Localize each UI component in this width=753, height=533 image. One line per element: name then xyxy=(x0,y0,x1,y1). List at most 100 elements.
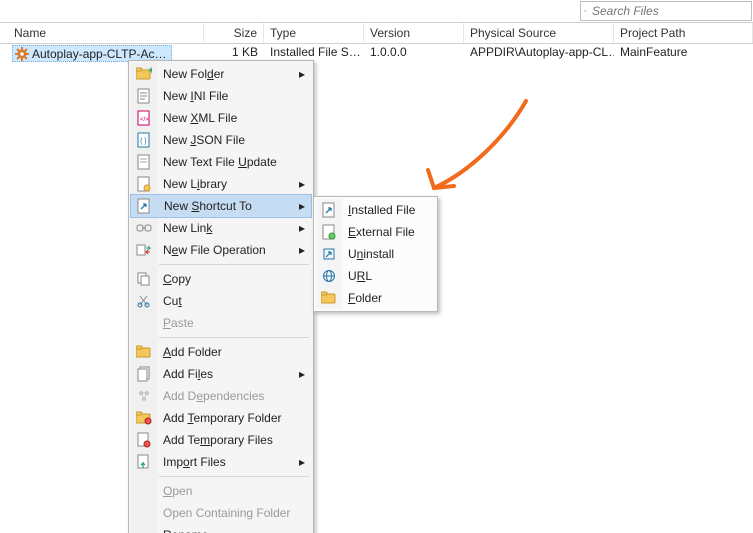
context-menu: ✶ New Folder ▸ New INI File </> New XML … xyxy=(128,60,314,533)
file-external-icon xyxy=(320,223,338,241)
menu-cut[interactable]: Cut xyxy=(131,290,311,312)
menu-separator xyxy=(159,264,309,265)
menu-label: New Shortcut To xyxy=(164,199,252,213)
menu-new-json[interactable]: { } New JSON File xyxy=(131,129,311,151)
menu-open-containing: Open Containing Folder xyxy=(131,502,311,524)
file-ini-icon xyxy=(135,87,153,105)
annotation-arrow xyxy=(416,96,536,206)
shortcut-submenu: Installed File External File Uninstall U… xyxy=(313,196,438,312)
cell-source: APPDIR\Autoplay-app-CL… xyxy=(464,44,614,62)
menu-label: External File xyxy=(348,225,415,239)
file-text-icon xyxy=(135,153,153,171)
menu-label: Add Dependencies xyxy=(163,389,264,403)
chevron-right-icon: ▸ xyxy=(299,221,305,235)
menu-rename[interactable]: Rename xyxy=(131,524,311,533)
uninstall-icon xyxy=(320,245,338,263)
menu-new-text-update[interactable]: New Text File Update xyxy=(131,151,311,173)
menu-label: Open xyxy=(163,484,192,498)
menu-new-shortcut[interactable]: New Shortcut To ▸ xyxy=(130,194,312,218)
menu-new-xml[interactable]: </> New XML File xyxy=(131,107,311,129)
svg-text:{ }: { } xyxy=(140,138,147,145)
menu-label: New JSON File xyxy=(163,133,245,147)
menu-label: Cut xyxy=(163,294,182,308)
menu-label: URL xyxy=(348,269,372,283)
menu-label: Add Files xyxy=(163,367,213,381)
menu-add-deps: Add Dependencies xyxy=(131,385,311,407)
table-header: Name Size Type Version Physical Source P… xyxy=(0,22,753,44)
submenu-external-file[interactable]: External File xyxy=(316,221,435,243)
submenu-uninstall[interactable]: Uninstall xyxy=(316,243,435,265)
menu-add-temp-folder[interactable]: Add Temporary Folder xyxy=(131,407,311,429)
menu-separator xyxy=(159,337,309,338)
file-shortcut-icon xyxy=(135,197,153,215)
files-add-icon xyxy=(135,365,153,383)
menu-label: Uninstall xyxy=(348,247,394,261)
menu-label: Installed File xyxy=(348,203,415,217)
menu-label: Add Temporary Files xyxy=(163,433,273,447)
search-box[interactable] xyxy=(580,1,752,21)
menu-label: Import Files xyxy=(163,455,226,469)
menu-new-file-op[interactable]: New File Operation ▸ xyxy=(131,239,311,261)
menu-label: Add Temporary Folder xyxy=(163,411,282,425)
file-xml-icon: </> xyxy=(135,109,153,127)
menu-separator xyxy=(159,476,309,477)
col-type[interactable]: Type xyxy=(264,23,364,43)
menu-label: Folder xyxy=(348,291,382,305)
folder-icon xyxy=(320,289,338,307)
submenu-folder[interactable]: Folder xyxy=(316,287,435,309)
table-row[interactable]: Autoplay-app-CLTP-Ac… 1 KB Installed Fil… xyxy=(0,44,753,62)
link-icon xyxy=(135,219,153,237)
menu-label: Open Containing Folder xyxy=(163,506,290,520)
col-name[interactable]: Name xyxy=(0,23,204,43)
svg-text:</>: </> xyxy=(140,117,149,123)
menu-label: New Library xyxy=(163,177,227,191)
folder-temp-icon xyxy=(135,409,153,427)
menu-label: New INI File xyxy=(163,89,228,103)
search-input[interactable] xyxy=(590,3,751,19)
file-library-icon xyxy=(135,175,153,193)
menu-label: Copy xyxy=(163,272,191,286)
folder-new-icon: ✶ xyxy=(135,65,153,83)
folder-add-icon xyxy=(135,343,153,361)
chevron-right-icon: ▸ xyxy=(299,367,305,381)
col-source[interactable]: Physical Source xyxy=(464,23,614,43)
menu-add-files[interactable]: Add Files ▸ xyxy=(131,363,311,385)
menu-add-temp-files[interactable]: Add Temporary Files xyxy=(131,429,311,451)
file-json-icon: { } xyxy=(135,131,153,149)
import-icon xyxy=(135,453,153,471)
gear-icon xyxy=(15,47,29,61)
menu-label: New File Operation xyxy=(163,243,266,257)
menu-label: Paste xyxy=(163,316,194,330)
submenu-url[interactable]: URL xyxy=(316,265,435,287)
cell-version: 1.0.0.0 xyxy=(364,44,464,62)
submenu-installed-file[interactable]: Installed File xyxy=(316,199,435,221)
chevron-right-icon: ▸ xyxy=(299,177,305,191)
files-temp-icon xyxy=(135,431,153,449)
file-shortcut-icon xyxy=(320,201,338,219)
search-icon xyxy=(584,4,587,18)
chevron-right-icon: ▸ xyxy=(299,243,305,257)
col-size[interactable]: Size xyxy=(204,23,264,43)
menu-label: Add Folder xyxy=(163,345,222,359)
menu-copy[interactable]: Copy xyxy=(131,268,311,290)
menu-add-folder[interactable]: Add Folder xyxy=(131,341,311,363)
menu-new-folder[interactable]: ✶ New Folder ▸ xyxy=(131,63,311,85)
menu-new-link[interactable]: New Link ▸ xyxy=(131,217,311,239)
copy-icon xyxy=(135,270,153,288)
deps-icon xyxy=(135,387,153,405)
menu-label: Rename xyxy=(163,528,208,533)
menu-open: Open xyxy=(131,480,311,502)
menu-label: New Text File Update xyxy=(163,155,277,169)
menu-new-library[interactable]: New Library ▸ xyxy=(131,173,311,195)
menu-new-ini[interactable]: New INI File xyxy=(131,85,311,107)
col-path[interactable]: Project Path xyxy=(614,23,753,43)
svg-text:✶: ✶ xyxy=(148,67,152,75)
cell-path: MainFeature xyxy=(614,44,753,62)
menu-import-files[interactable]: Import Files ▸ xyxy=(131,451,311,473)
chevron-right-icon: ▸ xyxy=(299,455,305,469)
file-operation-icon xyxy=(135,241,153,259)
chevron-right-icon: ▸ xyxy=(299,67,305,81)
globe-icon xyxy=(320,267,338,285)
cut-icon xyxy=(135,292,153,310)
col-version[interactable]: Version xyxy=(364,23,464,43)
